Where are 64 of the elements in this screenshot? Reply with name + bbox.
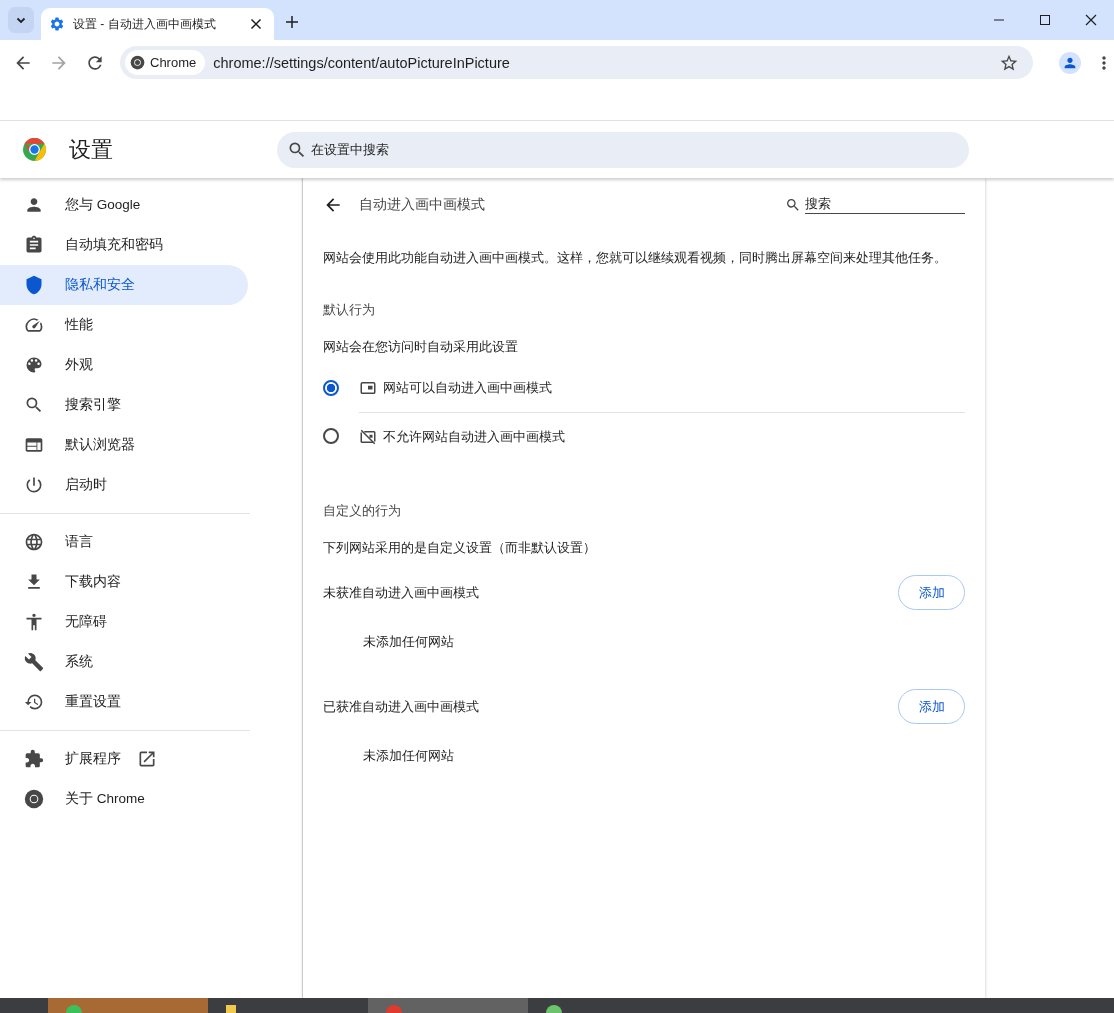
- sidebar-item[interactable]: 外观: [0, 345, 248, 385]
- section-subheading: 网站会在您访问时自动采用此设置: [323, 338, 519, 356]
- tab-search-button[interactable]: [8, 7, 34, 33]
- radio-label[interactable]: 网站可以自动进入画中画模式: [383, 379, 552, 397]
- page-title: 自动进入画中画模式: [359, 196, 486, 214]
- sidebar-item[interactable]: 默认浏览器: [0, 425, 248, 465]
- section-subheading: 下列网站采用的是自定义设置（而非默认设置）: [323, 539, 597, 557]
- picture-in-picture-icon: [359, 379, 377, 397]
- list-title: 未获准自动进入画中画模式: [323, 583, 479, 602]
- maximize-icon[interactable]: [1039, 14, 1051, 26]
- sidebar-item[interactable]: 系统: [0, 642, 248, 682]
- sidebar-item[interactable]: 重置设置: [0, 682, 248, 722]
- sidebar-item[interactable]: 关于 Chrome: [0, 779, 248, 819]
- shield-icon: [24, 275, 44, 295]
- list-title: 已获准自动进入画中画模式: [323, 697, 479, 716]
- sidebar-item[interactable]: 扩展程序: [0, 739, 248, 779]
- sidebar-item[interactable]: 语言: [0, 522, 248, 562]
- section-heading: 自定义的行为: [323, 502, 402, 520]
- add-button[interactable]: 添加: [898, 575, 965, 610]
- sidebar-item[interactable]: 自动填充和密码: [0, 225, 248, 265]
- address-bar[interactable]: Chrome chrome://settings/content/autoPictureInPicture: [120, 46, 1033, 79]
- power-icon: [24, 475, 44, 495]
- sidebar-item[interactable]: 性能: [0, 305, 248, 345]
- new-tab-icon[interactable]: [284, 14, 300, 30]
- page-search-field[interactable]: 搜索: [805, 196, 965, 214]
- site-chip[interactable]: Chrome: [125, 50, 206, 75]
- clipboard-icon: [24, 235, 44, 255]
- browser-tab[interactable]: 设置 - 自动进入画中画模式: [41, 8, 274, 40]
- sidebar-item[interactable]: 无障碍: [0, 602, 248, 642]
- settings-title: 设置: [69, 135, 114, 164]
- palette-icon: [24, 355, 44, 375]
- settings-icon: [49, 16, 65, 32]
- browser-window-icon: [24, 435, 44, 455]
- search-icon: [785, 197, 801, 213]
- url-text: chrome://settings/content/autoPictureInPicture: [213, 54, 511, 71]
- globe-icon: [24, 532, 44, 552]
- radio-button[interactable]: [323, 380, 339, 396]
- sidebar-item[interactable]: 下载内容: [0, 562, 248, 602]
- settings-search-field[interactable]: 在设置中搜索: [277, 131, 969, 168]
- description-text: 网站会使用此功能自动进入画中画模式。这样，您就可以继续观看视频，同时腾出屏幕空间来处理其他任务。: [323, 249, 948, 267]
- speedometer-icon: [24, 315, 44, 335]
- add-button[interactable]: 添加: [898, 689, 965, 724]
- chrome-logo-icon: [130, 55, 145, 70]
- close-tab-icon[interactable]: [248, 16, 264, 32]
- empty-list-text: 未添加任何网站: [363, 633, 455, 651]
- wrench-icon: [24, 652, 44, 672]
- search-icon: [24, 395, 44, 415]
- external-link-icon: [137, 749, 157, 769]
- profile-avatar[interactable]: [1059, 51, 1081, 74]
- chrome-logo-icon: [24, 789, 44, 809]
- radio-label[interactable]: 不允许网站自动进入画中画模式: [383, 427, 565, 446]
- close-icon[interactable]: [1085, 14, 1097, 26]
- accessibility-icon: [24, 612, 44, 632]
- section-heading: 默认行为: [323, 301, 376, 319]
- empty-list-text: 未添加任何网站: [363, 747, 455, 765]
- puzzle-piece-icon: [24, 749, 44, 769]
- sidebar-item[interactable]: 启动时: [0, 465, 248, 505]
- sidebar-item[interactable]: 搜索引擎: [0, 385, 248, 425]
- sidebar-item[interactable]: 您与 Google: [0, 185, 248, 225]
- picture-in-picture-off-icon: [359, 427, 377, 446]
- history-icon: [24, 692, 44, 712]
- sidebar-item[interactable]: 隐私和安全: [0, 265, 248, 305]
- radio-button[interactable]: [323, 428, 339, 444]
- chrome-logo-icon: [22, 137, 47, 162]
